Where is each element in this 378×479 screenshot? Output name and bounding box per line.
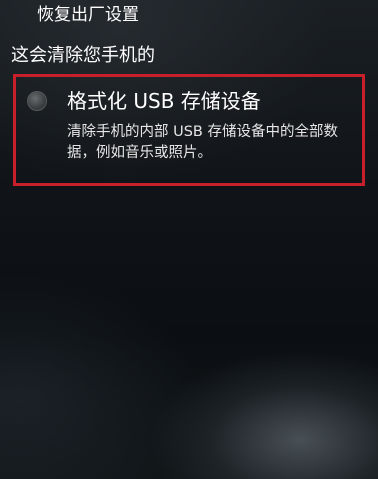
format-usb-checkbox[interactable] (27, 91, 47, 111)
section-subheader: 这会清除您手机的 (11, 45, 155, 66)
wallpaper-background (0, 0, 378, 479)
page-title: 恢复出厂设置 (37, 5, 139, 25)
format-usb-storage-option[interactable]: 格式化 USB 存储设备 清除手机的内部 USB 存储设备中的全部数据，例如音乐… (13, 74, 365, 186)
option-description: 清除手机的内部 USB 存储设备中的全部数据，例如音乐或照片。 (67, 124, 338, 161)
option-title: 格式化 USB 存储设备 (67, 89, 261, 113)
title-bar: 恢复出厂设置 (0, 0, 378, 32)
